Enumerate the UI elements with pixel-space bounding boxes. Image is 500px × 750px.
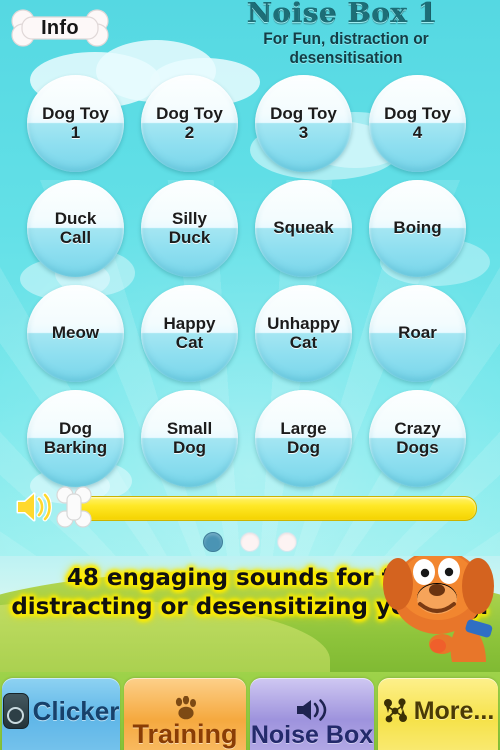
sound-button-line2: Cat — [175, 332, 204, 352]
tab-clicker-label: Clicker — [32, 696, 120, 726]
info-button-label: Info — [41, 16, 79, 39]
volume-control — [0, 484, 500, 530]
sound-button[interactable]: Happy Cat — [141, 285, 238, 382]
sound-button-line1: Unhappy — [267, 314, 340, 334]
sound-button[interactable]: Unhappy Cat — [255, 285, 352, 382]
sound-button[interactable]: Small Dog — [141, 390, 238, 487]
sound-button-line1: Meow — [51, 323, 100, 343]
sound-button[interactable]: Large Dog — [255, 390, 352, 487]
sound-button-line1: Squeak — [273, 218, 334, 238]
app-root: Info Noise Box 1 For Fun, distraction or… — [0, 0, 500, 750]
sound-button-line2: Call — [59, 227, 92, 247]
sound-button-line1: Boing — [393, 218, 442, 238]
tab-more[interactable]: More... — [378, 678, 498, 750]
clicker-device-icon — [2, 693, 29, 729]
sound-button[interactable]: Dog Toy 3 — [255, 75, 352, 172]
sound-button-line2: Cat — [289, 332, 318, 352]
header: Info Noise Box 1 For Fun, distraction or… — [0, 0, 500, 67]
sound-button[interactable]: Roar — [369, 285, 466, 382]
sound-button-line1: Dog — [58, 419, 93, 439]
sound-button-line1: Duck — [54, 209, 97, 229]
sound-button[interactable]: Dog Toy 1 — [27, 75, 124, 172]
sound-button[interactable]: Duck Call — [27, 180, 124, 277]
sound-button-line2: Dog — [286, 437, 321, 457]
sound-button-grid: Dog Toy 1 Dog Toy 2 Dog Toy 3 Dog Toy 4 Duck… — [0, 70, 500, 487]
tab-noise-box-label: Noise Box — [250, 721, 374, 749]
tab-more-label: More... — [413, 696, 495, 725]
sound-button-line1: Silly — [172, 209, 207, 229]
sound-button-line1: Large — [280, 419, 327, 439]
sound-button-line2: Duck — [168, 227, 211, 247]
page-subtitle: For Fun, distraction or desensitisation — [263, 30, 429, 67]
tab-noise-box[interactable]: Noise Box — [250, 678, 374, 750]
sound-button-line2: 1 — [70, 122, 81, 142]
sound-button-line2: 4 — [412, 122, 423, 142]
sound-button-line1: Happy — [163, 314, 216, 334]
sound-button-line1: Dog Toy — [42, 104, 109, 124]
sound-button-line1: Dog Toy — [270, 104, 337, 124]
sound-button[interactable]: Silly Duck — [141, 180, 238, 277]
sound-button[interactable]: Dog Toy 2 — [141, 75, 238, 172]
tab-training-label: Training — [132, 719, 238, 749]
page-dot-3[interactable] — [277, 532, 297, 552]
sound-button-line2: Dogs — [396, 437, 439, 457]
tab-clicker[interactable]: Clicker — [2, 678, 120, 750]
sound-button-line1: Crazy — [394, 419, 441, 439]
speaker-icon — [295, 697, 329, 723]
more-apps-icon — [382, 698, 410, 724]
paw-print-icon — [170, 695, 200, 721]
volume-slider-track[interactable] — [72, 496, 477, 521]
sound-button[interactable]: Boing — [369, 180, 466, 277]
sound-button-line1: Dog Toy — [384, 104, 451, 124]
tab-training[interactable]: Training — [124, 678, 246, 750]
speaker-icon[interactable] — [14, 490, 58, 524]
sound-button-line1: Dog Toy — [156, 104, 223, 124]
sound-button-line2: 3 — [298, 122, 309, 142]
sound-button-line1: Roar — [398, 323, 437, 343]
info-button[interactable]: Info — [8, 8, 112, 48]
page-title: Noise Box 1 — [246, 0, 438, 29]
sound-button-line1: Small — [166, 419, 213, 439]
promo-banner: 48 engaging sounds for fun, distracting … — [0, 556, 500, 672]
sound-button-line2: Barking — [43, 437, 108, 457]
sound-button-line2: 2 — [184, 122, 195, 142]
sound-button[interactable]: Squeak — [255, 180, 352, 277]
sound-button[interactable]: Meow — [27, 285, 124, 382]
sound-button[interactable]: Dog Toy 4 — [369, 75, 466, 172]
sound-button[interactable]: Dog Barking — [27, 390, 124, 487]
page-dot-2[interactable] — [240, 532, 260, 552]
page-indicator — [0, 532, 500, 556]
tab-bar: Clicker Training Noise Box More... — [0, 672, 500, 750]
sound-button[interactable]: Crazy Dogs — [369, 390, 466, 487]
sound-button-line2: Dog — [172, 437, 207, 457]
bone-slider-thumb-icon[interactable] — [56, 486, 92, 528]
dog-illustration — [383, 556, 494, 662]
page-dot-1[interactable] — [203, 532, 223, 552]
